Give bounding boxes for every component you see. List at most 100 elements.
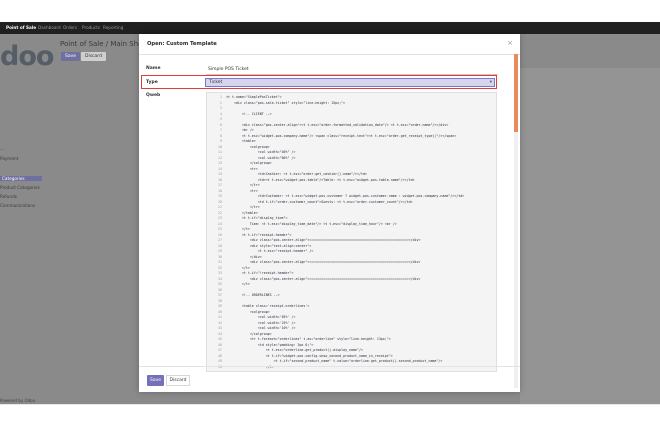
page-footer (0, 404, 660, 441)
sidebar-item-selected[interactable]: Categories (0, 176, 42, 181)
line-number: 25 (218, 227, 222, 231)
sidebar-item[interactable]: Payment (0, 156, 18, 161)
line-number: 4 (220, 111, 222, 116)
code-text: </t> (226, 265, 250, 270)
code-line[interactable]: 30 </div> (207, 255, 496, 259)
code-line[interactable]: 9 <table> (207, 139, 496, 143)
line-number: 46 (218, 342, 222, 347)
line-number: 20 (218, 199, 222, 204)
line-number: 32 (218, 265, 222, 270)
background-discard-button[interactable]: Discard (81, 52, 106, 61)
code-line[interactable]: 17 </tr> (207, 183, 496, 187)
code-line[interactable]: 35 </t> (207, 282, 496, 286)
code-line[interactable]: 18 <tr> (207, 189, 496, 193)
qweb-label: Qweb (146, 93, 161, 98)
code-text: </tr> (226, 183, 260, 187)
code-text: <!-- ORDERLINES --> (226, 293, 280, 297)
close-icon[interactable]: × (507, 39, 513, 47)
code-line[interactable]: 19 <td>Customer: <t t-esc="widget.pos.cu… (207, 194, 496, 198)
code-line[interactable]: 26 <t t-if="receipt.header"> (207, 233, 496, 237)
code-line[interactable]: 44 </colgroup> (207, 332, 496, 336)
code-line[interactable]: 16 <td><t t-esc="widget.pos.table"/>Tabl… (207, 178, 496, 182)
code-text: </colgroup> (226, 331, 272, 336)
line-number: 38 (218, 298, 222, 303)
line-number: 6 (220, 122, 222, 127)
dialog-scrollbar[interactable] (514, 54, 518, 388)
code-text: <t t-esc="widget.pos.company.name"/> <sp… (226, 133, 457, 138)
code-line[interactable]: 31 <div class="pos-center-align">=======… (207, 260, 496, 264)
code-text: <div class="pos-sale-ticket" style="line… (226, 100, 346, 105)
code-line[interactable]: 27 <div class="pos-center-align">=======… (207, 238, 496, 242)
background-panel (520, 68, 660, 404)
code-line[interactable]: 24 Time: <t t-esc="display_time_date"/> … (207, 222, 496, 226)
menu-products[interactable]: Products (82, 25, 100, 30)
code-line[interactable]: 14 <tr> (207, 167, 496, 171)
line-number: 39 (218, 304, 222, 308)
scrollbar-thumb[interactable] (514, 54, 518, 132)
code-line[interactable]: 47 <t t-esc="orderline.get_product().dis… (207, 348, 496, 352)
line-number: 24 (218, 221, 222, 226)
save-button[interactable]: Save (147, 375, 164, 386)
code-line[interactable]: 45 <tr t-foreach="orderlines" t-as="orde… (207, 337, 496, 341)
code-text: <div class="pos-center-align">==========… (226, 238, 421, 242)
code-line[interactable]: 2 <div class="pos-sale-ticket" style="li… (207, 101, 496, 105)
code-line[interactable]: 36 (207, 288, 496, 292)
menu-reporting[interactable]: Reporting (103, 25, 123, 30)
code-line[interactable]: 5 (207, 117, 496, 121)
menu-orders[interactable]: Orders (63, 25, 77, 30)
discard-button[interactable]: Discard (166, 375, 190, 386)
sidebar-item-refunds[interactable]: Refunds (0, 194, 17, 199)
code-line[interactable]: 20 <td t-if="order.customer_count">Guest… (207, 200, 496, 204)
line-number: 34 (218, 276, 222, 281)
code-line[interactable]: 8 <t t-esc="widget.pos.company.name"/> <… (207, 134, 496, 138)
type-select[interactable]: Ticket ▾ (205, 78, 495, 87)
code-line[interactable]: 22 </table> (207, 211, 496, 215)
code-line[interactable]: 29 <t t-esc="receipt.header" /> (207, 249, 496, 253)
menu-dashboard[interactable]: Dashboard (38, 25, 61, 30)
code-line[interactable]: 13 </colgroup> (207, 161, 496, 165)
code-line[interactable]: 10 <colgroup> (207, 145, 496, 149)
code-line[interactable]: 1 <t t-name="SimplePosTicket"> (207, 95, 496, 99)
code-line[interactable]: 6 <div class="pos-center-align"><t t-esc… (207, 123, 496, 127)
code-line[interactable]: 12 <col width="60%" /> (207, 156, 496, 160)
sidebar-item-label: Categories (2, 176, 25, 181)
line-number: 35 (218, 282, 222, 286)
code-line[interactable]: 34 <div class="pos-center-align">=======… (207, 277, 496, 281)
code-line[interactable]: 33 <t t-if="!receipt.header"> (207, 271, 496, 275)
code-text: <t t-if="receipt.header"> (226, 232, 292, 237)
line-number: 37 (218, 293, 222, 297)
code-line[interactable]: 21 </tr> (207, 205, 496, 209)
code-line[interactable]: 41 <col width='65%' /> (207, 315, 496, 319)
line-number: 42 (218, 320, 222, 325)
code-line[interactable]: 25 </t> (207, 227, 496, 231)
code-line[interactable]: 11 <col width="40%" /> (207, 150, 496, 154)
code-line[interactable]: 49 <t t-if="second_product_name" t-value… (207, 359, 496, 363)
name-field[interactable]: Simple POS Ticket (206, 66, 498, 75)
sidebar-item[interactable]: ... (0, 146, 4, 151)
code-line[interactable]: 37 <!-- ORDERLINES --> (207, 293, 496, 297)
code-line[interactable]: 23 <t t-if="display_time"> (207, 216, 496, 220)
app-name[interactable]: Point of Sale (6, 25, 36, 30)
sidebar-item-product-categories[interactable]: Product Categories (0, 185, 40, 190)
code-line[interactable]: 39 <table class='receipt-orderlines'> (207, 304, 496, 308)
code-line[interactable]: 42 <col width='25%' /> (207, 321, 496, 325)
code-line[interactable]: 4 <!-- CLIENT --> (207, 112, 496, 116)
background-save-button[interactable]: Save (61, 52, 81, 61)
code-line[interactable]: 38 (207, 299, 496, 303)
sidebar-item-communications[interactable]: Communications (0, 203, 35, 208)
code-line[interactable]: 32 </t> (207, 266, 496, 270)
code-line[interactable]: 3 (207, 106, 496, 110)
breadcrumb[interactable]: Point of Sale / Main Shop (60, 40, 147, 48)
code-line[interactable]: 7 <br /> (207, 128, 496, 132)
code-text: <td>Cashier: <t t-esc="order.get_cashier… (226, 172, 367, 176)
qweb-code-editor[interactable]: 1 <t t-name="SimplePosTicket"> 2 <div clas… (206, 92, 497, 372)
code-line[interactable]: 28 <div style="text-align:center"> (207, 244, 496, 248)
code-line[interactable]: 46 <td style="padding: 3px 0;"> (207, 343, 496, 347)
code-line[interactable]: 43 <col width='10%' /> (207, 326, 496, 330)
code-line[interactable]: 15 <td>Cashier: <t t-esc="order.get_cash… (207, 172, 496, 176)
code-line[interactable]: 48 <t t-if="widget.pos.config.show_secon… (207, 354, 496, 358)
code-line[interactable]: 40 <colgroup> (207, 310, 496, 314)
code-text: <td t-if="order.customer_count">Guests: … (226, 199, 413, 204)
chevron-down-icon[interactable]: ▾ (490, 79, 492, 86)
line-number: 1 (220, 95, 222, 99)
